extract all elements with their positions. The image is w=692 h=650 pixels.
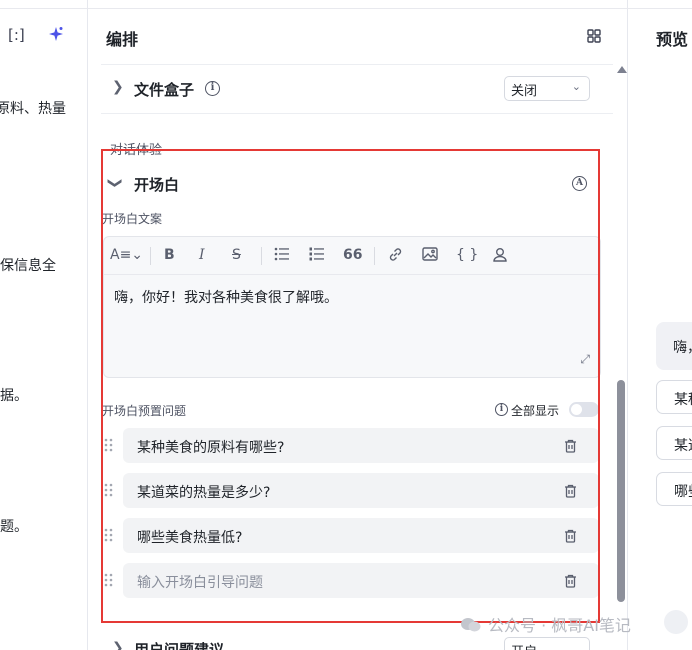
drag-handle-icon[interactable] (104, 437, 114, 452)
user-suggest-title[interactable]: 用户问题建议 (134, 639, 224, 650)
trash-icon[interactable] (564, 573, 577, 592)
info-icon[interactable]: i (205, 81, 220, 96)
preview-title: 预览 (656, 30, 689, 49)
user-suggest-select[interactable]: 开启 (504, 637, 590, 650)
text-fragment: 原料、热量 (0, 101, 66, 117)
trash-icon[interactable] (564, 483, 577, 502)
question-placeholder[interactable]: 输入开场白引导问题 (137, 572, 263, 592)
question-text[interactable]: 某种美食的原料有哪些? (137, 437, 284, 457)
divider (374, 247, 375, 265)
select-value: 开启 (511, 645, 537, 650)
drag-handle-icon[interactable] (104, 527, 114, 542)
section-label-dialog: 对话体验 (110, 143, 163, 158)
text-fragment: 据。 (0, 388, 28, 404)
divider (150, 247, 151, 265)
bullet-list-icon[interactable] (274, 247, 290, 265)
image-icon[interactable] (422, 247, 438, 265)
file-box-title[interactable]: 文件盒子 (134, 79, 194, 100)
opening-editor[interactable]: A≡⌄ B I S 66 { } 嗨，你好！我对各种美食很了解哦。 ⤢ (103, 236, 601, 378)
scrollbar-thumb[interactable] (617, 380, 625, 602)
opening-title[interactable]: 开场白 (134, 174, 179, 195)
divider (101, 113, 613, 114)
link-icon[interactable] (388, 247, 403, 266)
preview-bubble: 嗨， (656, 322, 692, 370)
preview-question[interactable]: 某道 (656, 426, 692, 460)
opening-copy-label: 开场白文案 (102, 212, 163, 226)
show-all-toggle[interactable] (569, 402, 599, 417)
quote-icon[interactable]: 66 (343, 247, 362, 263)
toggle-knob (571, 404, 582, 415)
ai-icon[interactable]: A (572, 176, 587, 191)
divider (261, 247, 262, 265)
editor-toolbar: A≡⌄ B I S 66 { } (104, 237, 600, 275)
grid-icon[interactable] (587, 28, 601, 47)
opening-text[interactable]: 嗨，你好！我对各种美食很了解哦。 (114, 287, 338, 307)
watermark: 公众号 · 枫哥AI笔记 (460, 612, 631, 636)
question-text[interactable]: 某道菜的热量是多少? (137, 482, 270, 502)
user-icon[interactable] (493, 247, 507, 266)
preview-question[interactable]: 哪些 (656, 472, 692, 506)
left-panel: [:] 原料、热量 保信息全 据。 题。 (0, 0, 88, 650)
preview-question-text: 某道 (674, 438, 692, 454)
info-icon[interactable]: i (495, 403, 508, 416)
question-text[interactable]: 哪些美食热量低? (137, 527, 242, 547)
code-braces-icon[interactable]: { } (456, 247, 478, 263)
preview-question-text: 某种 (674, 392, 692, 408)
arrange-panel: 编排 ❯ 文件盒子 i 关闭 ⌄ 对话体验 ❯ 开场白 A 开场白文案 A≡⌄ … (88, 0, 628, 650)
scroll-up-icon[interactable] (617, 66, 627, 73)
trash-icon[interactable] (564, 528, 577, 547)
divider (101, 64, 613, 65)
divider (628, 8, 692, 9)
sparkle-icon[interactable] (48, 26, 64, 46)
chevron-right-icon[interactable]: ❯ (112, 79, 124, 95)
preset-question-item[interactable]: 某种美食的原料有哪些? (123, 428, 599, 463)
preset-questions-label: 开场白预置问题 (102, 404, 187, 418)
preview-question-text: 哪些 (674, 484, 692, 500)
thumbs-up-icon[interactable] (664, 610, 688, 634)
bracket-icon[interactable]: [:] (8, 26, 25, 44)
text-fragment: 保信息全 (0, 258, 56, 274)
panel-title: 编排 (106, 30, 139, 49)
preview-panel: 预览 嗨， 某种 某道 哪些 (628, 0, 692, 650)
drag-handle-icon[interactable] (104, 482, 114, 497)
expand-icon[interactable]: ⤢ (580, 352, 590, 367)
bold-icon[interactable]: B (164, 247, 175, 263)
numbered-list-icon[interactable] (309, 247, 325, 265)
new-question-input[interactable]: 输入开场白引导问题 (123, 563, 599, 598)
file-box-select[interactable]: 关闭 ⌄ (504, 76, 590, 101)
preset-question-item[interactable]: 哪些美食热量低? (123, 518, 599, 553)
strikethrough-icon[interactable]: S (232, 247, 241, 263)
drag-handle-icon[interactable] (104, 572, 114, 587)
watermark-text: 公众号 · 枫哥AI笔记 (488, 616, 631, 635)
chevron-right-icon[interactable]: ❯ (112, 640, 124, 650)
divider (88, 8, 628, 9)
trash-icon[interactable] (564, 438, 577, 457)
chevron-down-icon: ⌄ (571, 80, 581, 93)
chevron-down-icon[interactable]: ❯ (107, 177, 123, 189)
italic-icon[interactable]: I (199, 247, 205, 263)
text-style-icon[interactable]: A≡⌄ (110, 247, 143, 263)
preview-question[interactable]: 某种 (656, 380, 692, 414)
preset-question-item[interactable]: 某道菜的热量是多少? (123, 473, 599, 508)
wechat-icon (461, 618, 481, 632)
text-fragment: 题。 (0, 519, 28, 535)
select-value: 关闭 (511, 84, 538, 99)
bubble-text: 嗨， (673, 340, 692, 356)
divider (0, 8, 87, 9)
show-all-label: 全部显示 (511, 404, 560, 418)
